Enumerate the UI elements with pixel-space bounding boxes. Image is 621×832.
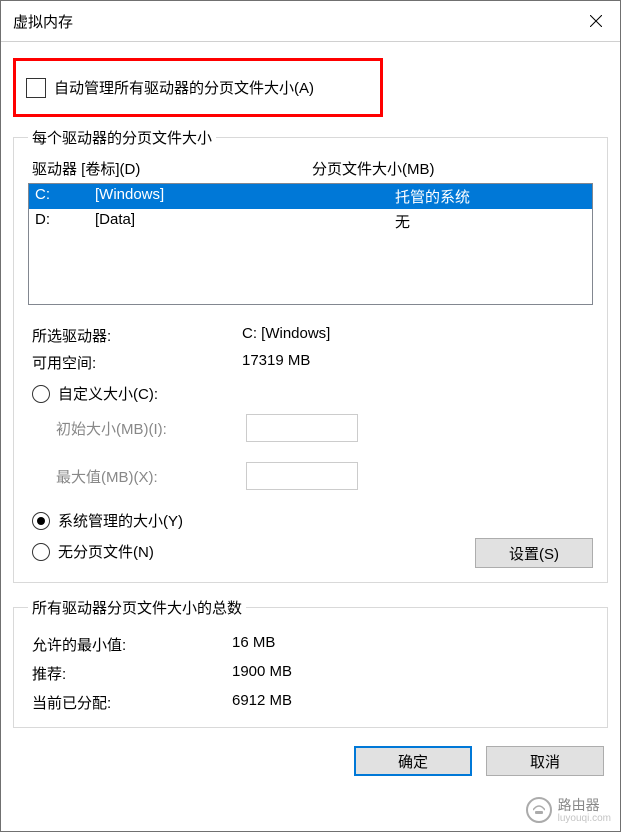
drive-size: 托管的系统 [395,186,470,207]
header-size: 分页文件大小(MB) [312,158,435,179]
window-title: 虚拟内存 [13,11,73,32]
drive-letter: D: [35,211,95,232]
cur-value: 6912 MB [232,692,292,713]
auto-manage-label: 自动管理所有驱动器的分页文件大小(A) [54,77,314,98]
rec-label: 推荐: [32,663,232,684]
drive-list[interactable]: C: [Windows] 托管的系统 D: [Data] 无 [28,183,593,305]
drive-label: [Data] [95,211,395,232]
system-managed-label: 系统管理的大小(Y) [58,510,183,531]
system-managed-radio-row[interactable]: 系统管理的大小(Y) [28,510,593,531]
close-icon [590,15,602,27]
custom-size-radio[interactable] [32,385,50,403]
max-size-input [246,462,358,490]
available-space-label: 可用空间: [28,352,242,373]
ok-button[interactable]: 确定 [354,746,472,776]
close-button[interactable] [576,1,616,41]
dialog-body: 自动管理所有驱动器的分页文件大小(A) 每个驱动器的分页文件大小 驱动器 [卷标… [1,42,620,831]
no-paging-radio[interactable] [32,543,50,561]
max-size-row: 最大值(MB)(X): [28,462,593,490]
totals-legend: 所有驱动器分页文件大小的总数 [28,597,246,618]
initial-size-label: 初始大小(MB)(I): [56,418,246,439]
available-space-row: 可用空间: 17319 MB [28,352,593,373]
drive-list-header: 驱动器 [卷标](D) 分页文件大小(MB) [28,156,593,183]
dialog-button-row: 确定 取消 [13,736,608,776]
drive-row[interactable]: D: [Data] 无 [29,209,592,234]
selected-drive-value: C: [Windows] [242,325,330,346]
max-size-label: 最大值(MB)(X): [56,466,246,487]
titlebar: 虚拟内存 [1,1,620,42]
drive-row[interactable]: C: [Windows] 托管的系统 [29,184,592,209]
per-drive-legend: 每个驱动器的分页文件大小 [28,127,216,148]
per-drive-group: 每个驱动器的分页文件大小 驱动器 [卷标](D) 分页文件大小(MB) C: [… [13,127,608,583]
min-value: 16 MB [232,634,275,655]
drive-label: [Windows] [95,186,395,207]
selected-drive-label: 所选驱动器: [28,325,242,346]
cancel-button[interactable]: 取消 [486,746,604,776]
header-drive: 驱动器 [卷标](D) [32,158,312,179]
cur-row: 当前已分配: 6912 MB [28,692,593,713]
drive-letter: C: [35,186,95,207]
available-space-value: 17319 MB [242,352,310,373]
custom-size-label: 自定义大小(C): [58,383,158,404]
set-button[interactable]: 设置(S) [475,538,593,568]
totals-group: 所有驱动器分页文件大小的总数 允许的最小值: 16 MB 推荐: 1900 MB… [13,597,608,728]
virtual-memory-dialog: 虚拟内存 自动管理所有驱动器的分页文件大小(A) 每个驱动器的分页文件大小 驱动… [0,0,621,832]
initial-size-input [246,414,358,442]
auto-manage-highlight: 自动管理所有驱动器的分页文件大小(A) [13,58,383,117]
initial-size-row: 初始大小(MB)(I): [28,414,593,442]
rec-row: 推荐: 1900 MB [28,663,593,684]
drive-size: 无 [395,211,410,232]
selected-drive-row: 所选驱动器: C: [Windows] [28,325,593,346]
min-label: 允许的最小值: [32,634,232,655]
custom-size-radio-row[interactable]: 自定义大小(C): [28,383,593,404]
cur-label: 当前已分配: [32,692,232,713]
auto-manage-checkbox[interactable] [26,78,46,98]
rec-value: 1900 MB [232,663,292,684]
min-row: 允许的最小值: 16 MB [28,634,593,655]
no-paging-label: 无分页文件(N) [58,541,154,562]
system-managed-radio[interactable] [32,512,50,530]
